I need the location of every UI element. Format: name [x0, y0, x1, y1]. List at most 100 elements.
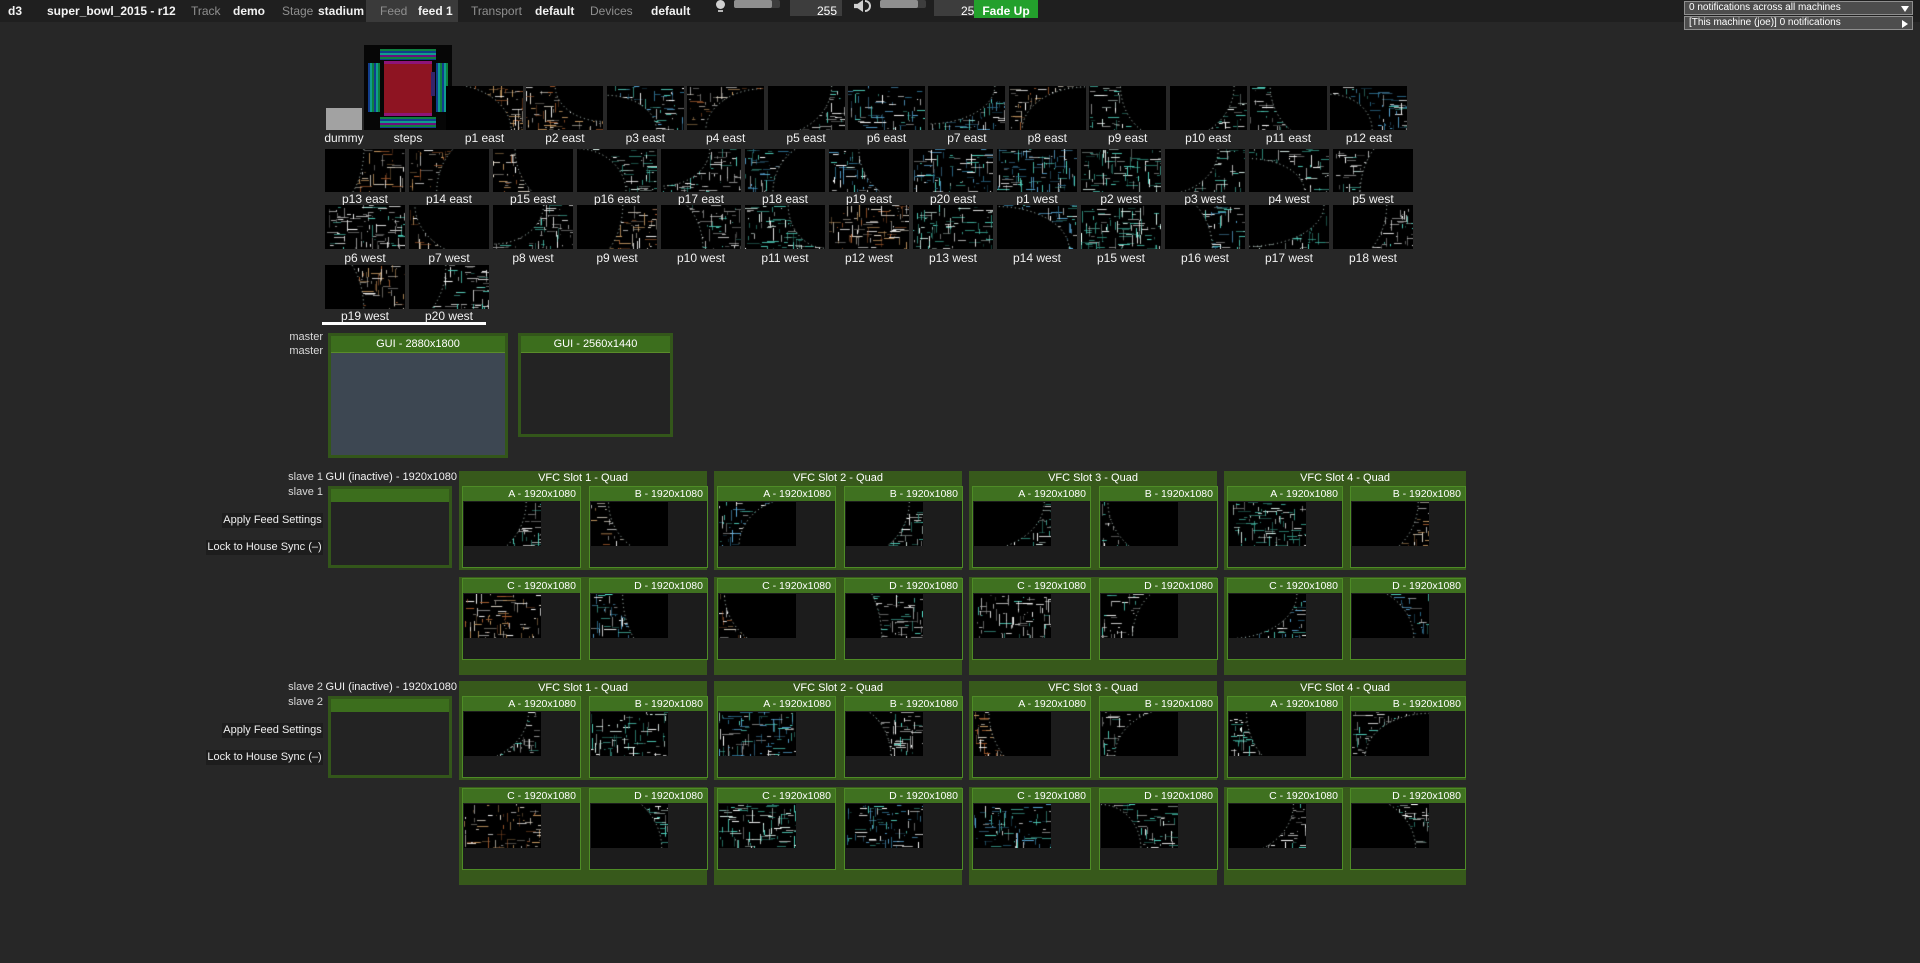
- notifications-this-machine[interactable]: [This machine (joe)] 0 notifications: [1684, 16, 1913, 30]
- output-tile[interactable]: D - 1920x1080: [1099, 578, 1218, 660]
- output-tile[interactable]: A - 1920x1080: [972, 696, 1091, 778]
- d3-logo[interactable]: d3: [8, 0, 22, 22]
- master-gui-head-1[interactable]: GUI - 2880x1800: [328, 333, 508, 458]
- feed-thumb-p10-west[interactable]: [661, 205, 741, 249]
- output-tile[interactable]: C - 1920x1080: [717, 578, 836, 660]
- feed-thumb-p13-west[interactable]: [913, 205, 993, 249]
- master-gui-head-2[interactable]: GUI - 2560x1440: [518, 333, 673, 437]
- feed-thumb-p9-west[interactable]: [577, 205, 657, 249]
- feed-thumb-p4-east[interactable]: [687, 86, 764, 130]
- output-tile[interactable]: C - 1920x1080: [1227, 788, 1343, 870]
- feed-thumb-dummy[interactable]: [326, 108, 362, 130]
- feed-thumb-p15-east[interactable]: [493, 149, 573, 192]
- feed-thumb-p2-east[interactable]: [526, 86, 603, 130]
- output-tile[interactable]: C - 1920x1080: [972, 788, 1091, 870]
- feed-thumb-p16-east[interactable]: [577, 149, 657, 192]
- output-tile[interactable]: C - 1920x1080: [717, 788, 836, 870]
- output-tile[interactable]: B - 1920x1080: [1350, 486, 1466, 568]
- feed-thumb-p15-west[interactable]: [1081, 205, 1161, 249]
- output-tile[interactable]: B - 1920x1080: [589, 696, 708, 778]
- feed-thumb-p5-east[interactable]: [768, 86, 845, 130]
- feed-thumb-p2-west[interactable]: [1081, 149, 1161, 192]
- feed-thumb-p6-west[interactable]: [325, 205, 405, 249]
- feed-thumb-p12-east[interactable]: [1330, 86, 1407, 130]
- feed-thumb-p1-east[interactable]: [446, 86, 523, 130]
- output-tile[interactable]: A - 1920x1080: [717, 696, 836, 778]
- transport-menu-value[interactable]: default: [535, 0, 574, 22]
- feed-strip-scrollbar[interactable]: [322, 322, 486, 325]
- d3-feed-view: d3 super_bowl_2015 - r12 Track demo Stag…: [0, 0, 1920, 963]
- output-tile[interactable]: C - 1920x1080: [462, 788, 581, 870]
- feed-thumb-p13-east[interactable]: [325, 149, 405, 192]
- feed-thumb-p5-west[interactable]: [1333, 149, 1413, 192]
- output-tile[interactable]: B - 1920x1080: [1350, 696, 1466, 778]
- feed-thumb-p17-west[interactable]: [1249, 205, 1329, 249]
- output-tile[interactable]: A - 1920x1080: [462, 696, 581, 778]
- brightness-slider[interactable]: [734, 0, 780, 8]
- feed-thumb-label: p16 west: [1160, 251, 1250, 265]
- feed-thumb-p3-east[interactable]: [607, 86, 684, 130]
- feed-thumb-p18-west[interactable]: [1333, 205, 1413, 249]
- lock-house-sync-button[interactable]: Lock to House Sync (–): [206, 540, 323, 555]
- feed-thumb-p11-west[interactable]: [745, 205, 825, 249]
- lock-house-sync-button[interactable]: Lock to House Sync (–): [206, 750, 323, 765]
- output-tile[interactable]: C - 1920x1080: [972, 578, 1091, 660]
- brightness-value[interactable]: 255: [790, 0, 842, 16]
- output-tile[interactable]: A - 1920x1080: [972, 486, 1091, 568]
- feed-thumb-p6-east[interactable]: [848, 86, 925, 130]
- feed-thumb-p14-east[interactable]: [409, 149, 489, 192]
- feed-thumb-p16-west[interactable]: [1165, 205, 1245, 249]
- slave-gui-inactive-box[interactable]: [328, 696, 452, 778]
- output-tile[interactable]: C - 1920x1080: [1227, 578, 1343, 660]
- track-menu-value[interactable]: demo: [233, 0, 265, 22]
- slave-gui-inactive-box[interactable]: [328, 486, 452, 568]
- output-tile[interactable]: D - 1920x1080: [844, 788, 963, 870]
- stage-menu-value[interactable]: stadium: [318, 0, 364, 22]
- feed-menu-value[interactable]: feed 1: [418, 0, 453, 22]
- volume-slider[interactable]: [880, 0, 926, 8]
- output-tile[interactable]: C - 1920x1080: [462, 578, 581, 660]
- devices-menu-value[interactable]: default: [651, 0, 690, 22]
- feed-thumb-p19-east[interactable]: [829, 149, 909, 192]
- feed-thumb-p18-east[interactable]: [745, 149, 825, 192]
- feed-thumb-p14-west[interactable]: [997, 205, 1077, 249]
- feed-thumb-p1-west[interactable]: [997, 149, 1077, 192]
- feed-thumb-p12-west[interactable]: [829, 205, 909, 249]
- feed-thumb-p9-east[interactable]: [1089, 86, 1166, 130]
- project-title[interactable]: super_bowl_2015 - r12: [47, 0, 176, 22]
- output-tile[interactable]: B - 1920x1080: [844, 696, 963, 778]
- output-tile[interactable]: A - 1920x1080: [462, 486, 581, 568]
- output-tile[interactable]: B - 1920x1080: [1099, 696, 1218, 778]
- feed-thumb-p11-east[interactable]: [1250, 86, 1327, 130]
- output-tile[interactable]: D - 1920x1080: [589, 578, 708, 660]
- output-tile[interactable]: A - 1920x1080: [1227, 486, 1343, 568]
- feed-thumb-p7-east[interactable]: [928, 86, 1005, 130]
- fade-up-button[interactable]: Fade Up: [974, 0, 1038, 18]
- vfc-slot-title: VFC Slot 3 - Quad: [969, 471, 1217, 486]
- output-tile[interactable]: A - 1920x1080: [1227, 696, 1343, 778]
- feed-thumb-p17-east[interactable]: [661, 149, 741, 192]
- output-tile[interactable]: B - 1920x1080: [844, 486, 963, 568]
- feed-thumb-p20-west[interactable]: [409, 265, 489, 309]
- feed-thumb-p20-east[interactable]: [913, 149, 993, 192]
- output-tile[interactable]: D - 1920x1080: [1350, 578, 1466, 660]
- output-tile[interactable]: D - 1920x1080: [1350, 788, 1466, 870]
- output-tile[interactable]: B - 1920x1080: [1099, 486, 1218, 568]
- output-tile[interactable]: A - 1920x1080: [717, 486, 836, 568]
- feed-thumb-label: p10 west: [656, 251, 746, 265]
- output-tile[interactable]: B - 1920x1080: [589, 486, 708, 568]
- apply-feed-settings-button[interactable]: Apply Feed Settings: [222, 723, 323, 738]
- notifications-all-machines[interactable]: 0 notifications across all machines: [1684, 1, 1913, 15]
- feed-thumb-p7-west[interactable]: [409, 205, 489, 249]
- feed-thumb-p19-west[interactable]: [325, 265, 405, 309]
- feed-thumb-p8-east[interactable]: [1009, 86, 1086, 130]
- feed-thumb-p3-west[interactable]: [1165, 149, 1245, 192]
- output-tile[interactable]: D - 1920x1080: [589, 788, 708, 870]
- output-tile[interactable]: D - 1920x1080: [1099, 788, 1218, 870]
- apply-feed-settings-button[interactable]: Apply Feed Settings: [222, 513, 323, 528]
- feed-thumb-p8-west[interactable]: [493, 205, 573, 249]
- feed-thumb-steps[interactable]: [364, 45, 452, 130]
- output-tile[interactable]: D - 1920x1080: [844, 578, 963, 660]
- feed-thumb-p10-east[interactable]: [1170, 86, 1247, 130]
- feed-thumb-p4-west[interactable]: [1249, 149, 1329, 192]
